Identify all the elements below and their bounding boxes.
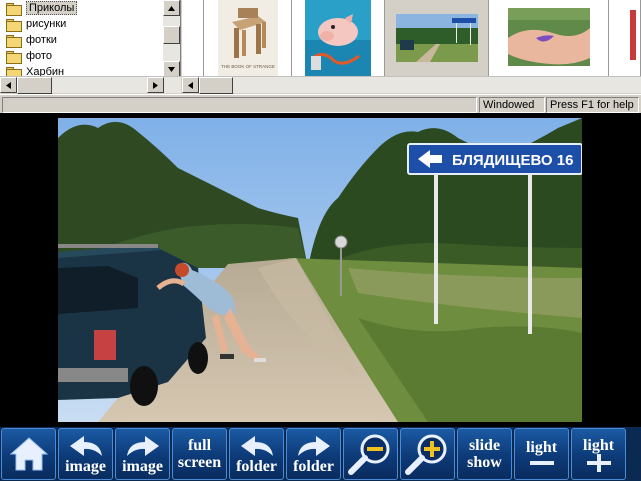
next-folder-button[interactable]: folder	[286, 428, 341, 480]
explorer-panel: Приколы рисунки фотки фото Харбин THE BO…	[0, 0, 641, 113]
road-photo: БЛЯДИЩЕВО 16	[58, 118, 582, 422]
poster-caption: THE BOOK OF STRANGE	[221, 64, 275, 69]
scroll-left-button[interactable]	[0, 77, 17, 93]
thumbnail-partial[interactable]	[182, 0, 204, 77]
folder-tree: Приколы рисунки фотки фото Харбин	[0, 0, 181, 77]
tree-item-foto[interactable]: фото	[0, 48, 163, 64]
thumbnail-strip: THE BOOK OF STRANGE	[182, 0, 641, 77]
scroll-up-button[interactable]	[163, 0, 180, 16]
folder-icon	[6, 34, 22, 48]
thumb-pig[interactable]	[292, 0, 385, 77]
arrow-left-icon	[6, 81, 11, 89]
full-screen-button[interactable]: full screen	[172, 428, 227, 480]
pig-image	[305, 0, 371, 76]
folder-icon	[6, 2, 22, 16]
full-screen-label-line1: full	[187, 437, 212, 454]
scrollbar-thumb[interactable]	[163, 26, 180, 44]
folder-tree-list: Приколы рисунки фотки фото Харбин	[0, 0, 163, 77]
image-viewer-app: Приколы рисунки фотки фото Харбин THE BO…	[0, 0, 641, 481]
slide-show-button[interactable]: slide show	[457, 428, 512, 480]
scrollbar-thumb[interactable]	[199, 77, 233, 94]
chair-poster-image: THE BOOK OF STRANGE	[217, 0, 278, 76]
zoom-out-icon	[347, 434, 389, 475]
scroll-left-button[interactable]	[182, 77, 199, 93]
arrow-down-icon	[168, 66, 175, 72]
scrollbar-thumb[interactable]	[17, 77, 52, 94]
zoom-in-icon	[404, 434, 446, 475]
next-image-button[interactable]: image	[115, 428, 170, 480]
zoom-out-button[interactable]	[343, 428, 398, 480]
full-screen-label-line2: screen	[177, 454, 222, 471]
scroll-down-button[interactable]	[163, 61, 180, 77]
scroll-right-button[interactable]	[147, 77, 164, 93]
thumbnail-horizontal-scrollbar[interactable]	[182, 76, 641, 94]
plus-icon	[586, 453, 611, 472]
thumb-chair-poster[interactable]: THE BOOK OF STRANGE	[204, 0, 292, 77]
next-image-label: image	[122, 457, 163, 475]
next-folder-label: folder	[293, 457, 334, 475]
horizontal-scrollbars	[0, 76, 641, 94]
minus-icon	[529, 460, 554, 465]
tree-item-label: Приколы	[26, 1, 78, 15]
home-icon	[9, 437, 48, 471]
status-mode: Windowed	[479, 97, 545, 113]
previous-folder-button[interactable]: folder	[229, 428, 284, 480]
light-plus-button[interactable]: light	[571, 428, 626, 480]
status-bar: Windowed Press F1 for help	[0, 94, 641, 113]
arrow-left-icon	[188, 81, 193, 89]
arrow-up-icon	[168, 5, 175, 11]
arrow-right-icon	[153, 81, 158, 89]
road-sign: БЛЯДИЩЕВО 16	[407, 143, 582, 175]
previous-image-button[interactable]: image	[58, 428, 113, 480]
slide-show-label-line2: show	[467, 454, 502, 471]
status-help: Press F1 for help	[546, 97, 639, 113]
slide-show-label-line1: slide	[468, 437, 501, 454]
home-button[interactable]	[1, 428, 56, 480]
road-sign-text: БЛЯДИЩЕВО 16	[452, 152, 573, 169]
thumb-bikini[interactable]	[489, 0, 609, 77]
viewer-toolbar: image image full screen folder folder sl…	[0, 427, 641, 481]
bikini-image	[507, 8, 590, 66]
arrow-left-curved-icon	[69, 435, 102, 456]
tree-horizontal-scrollbar[interactable]	[0, 76, 181, 94]
previous-image-label: image	[65, 457, 106, 475]
status-pane-main	[2, 97, 477, 113]
arrow-right-curved-icon	[297, 435, 330, 456]
folder-icon	[6, 50, 22, 64]
main-photo: БЛЯДИЩЕВО 16	[58, 118, 582, 422]
zoom-in-button[interactable]	[400, 428, 455, 480]
light-minus-button[interactable]: light	[514, 428, 569, 480]
tree-vertical-scrollbar[interactable]	[163, 0, 180, 77]
arrow-right-curved-icon	[126, 435, 159, 456]
image-viewport[interactable]: БЛЯДИЩЕВО 16	[0, 113, 641, 427]
tree-item-fotki[interactable]: фотки	[0, 32, 163, 48]
arrow-left-curved-icon	[240, 435, 273, 456]
road-sign-thumb-image	[395, 14, 478, 62]
tree-item-risunki[interactable]: рисунки	[0, 16, 163, 32]
light-plus-label: light	[582, 436, 615, 454]
tree-item-label: фотки	[26, 34, 57, 46]
tree-item-label: рисунки	[26, 18, 67, 30]
tree-item-label: фото	[26, 50, 52, 62]
thumb-road-sign[interactable]	[385, 0, 489, 77]
tree-item-prikoly[interactable]: Приколы	[0, 0, 163, 16]
folder-icon	[6, 18, 22, 32]
light-minus-label: light	[525, 438, 558, 456]
thumbnail-partial[interactable]	[609, 0, 641, 77]
previous-folder-label: folder	[236, 457, 277, 475]
